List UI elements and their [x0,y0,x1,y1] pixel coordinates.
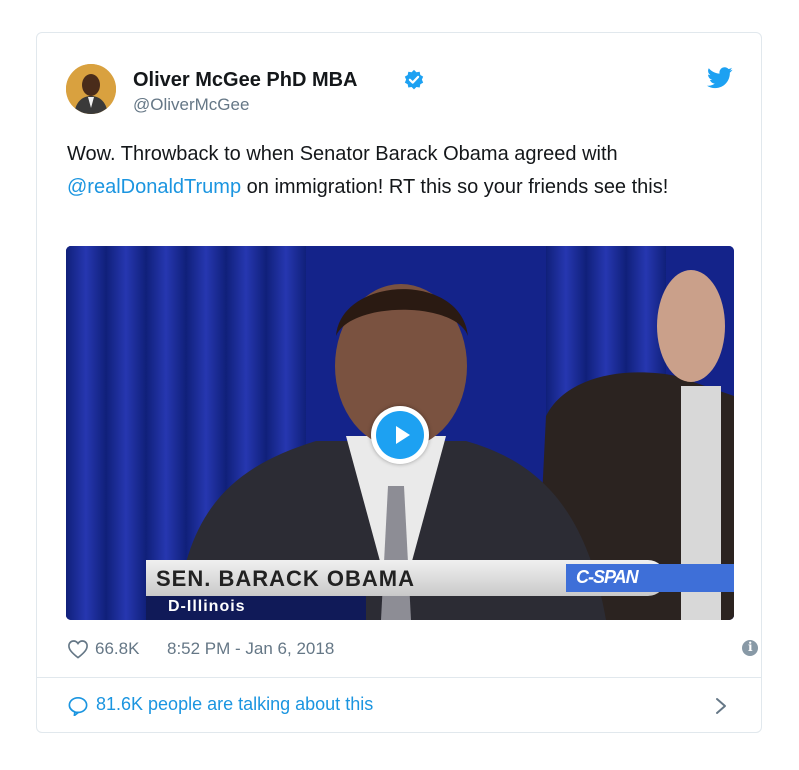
chyron-name: SEN. BARACK OBAMA [156,566,415,591]
author-handle[interactable]: @OliverMcGee [133,95,249,115]
heart-icon[interactable] [67,639,89,659]
play-icon [396,426,410,444]
chevron-right-icon[interactable] [715,697,727,715]
divider [37,677,761,678]
twitter-bird-icon[interactable] [707,67,733,89]
tweet-text-part1: Wow. Throwback to when Senator Barack Ob… [67,143,618,165]
verified-badge-icon [404,69,424,90]
chyron-subtitle: D-Illinois [168,598,246,615]
speech-bubble-icon [68,697,88,716]
tweet-text-part2: on immigration! RT this so your friends … [241,176,669,198]
play-button[interactable] [371,406,429,464]
tweet-timestamp[interactable]: 8:52 PM - Jan 6, 2018 [167,639,334,659]
video-player[interactable]: SEN. BARACK OBAMA D-Illinois C-SPAN [66,246,734,620]
display-name[interactable]: Oliver McGee PhD MBA [133,69,358,92]
info-icon[interactable]: i [742,640,758,656]
network-logo: C-SPAN [566,564,734,592]
network-logo-text: C-SPAN [576,567,639,587]
tweet-actions: 66.8K 8:52 PM - Jan 6, 2018 i [67,638,758,662]
video-chyron-subtitle: D-Illinois [146,596,366,620]
conversation-link[interactable]: 81.6K people are talking about this [67,693,737,719]
tweet-card: Oliver McGee PhD MBA @OliverMcGee Wow. T… [36,32,762,733]
mention-link[interactable]: @realDonaldTrump [67,176,241,198]
like-count[interactable]: 66.8K [95,639,139,659]
conversation-text: 81.6K people are talking about this [96,694,374,714]
avatar[interactable] [66,64,116,114]
tweet-text: Wow. Throwback to when Senator Barack Ob… [67,138,737,204]
